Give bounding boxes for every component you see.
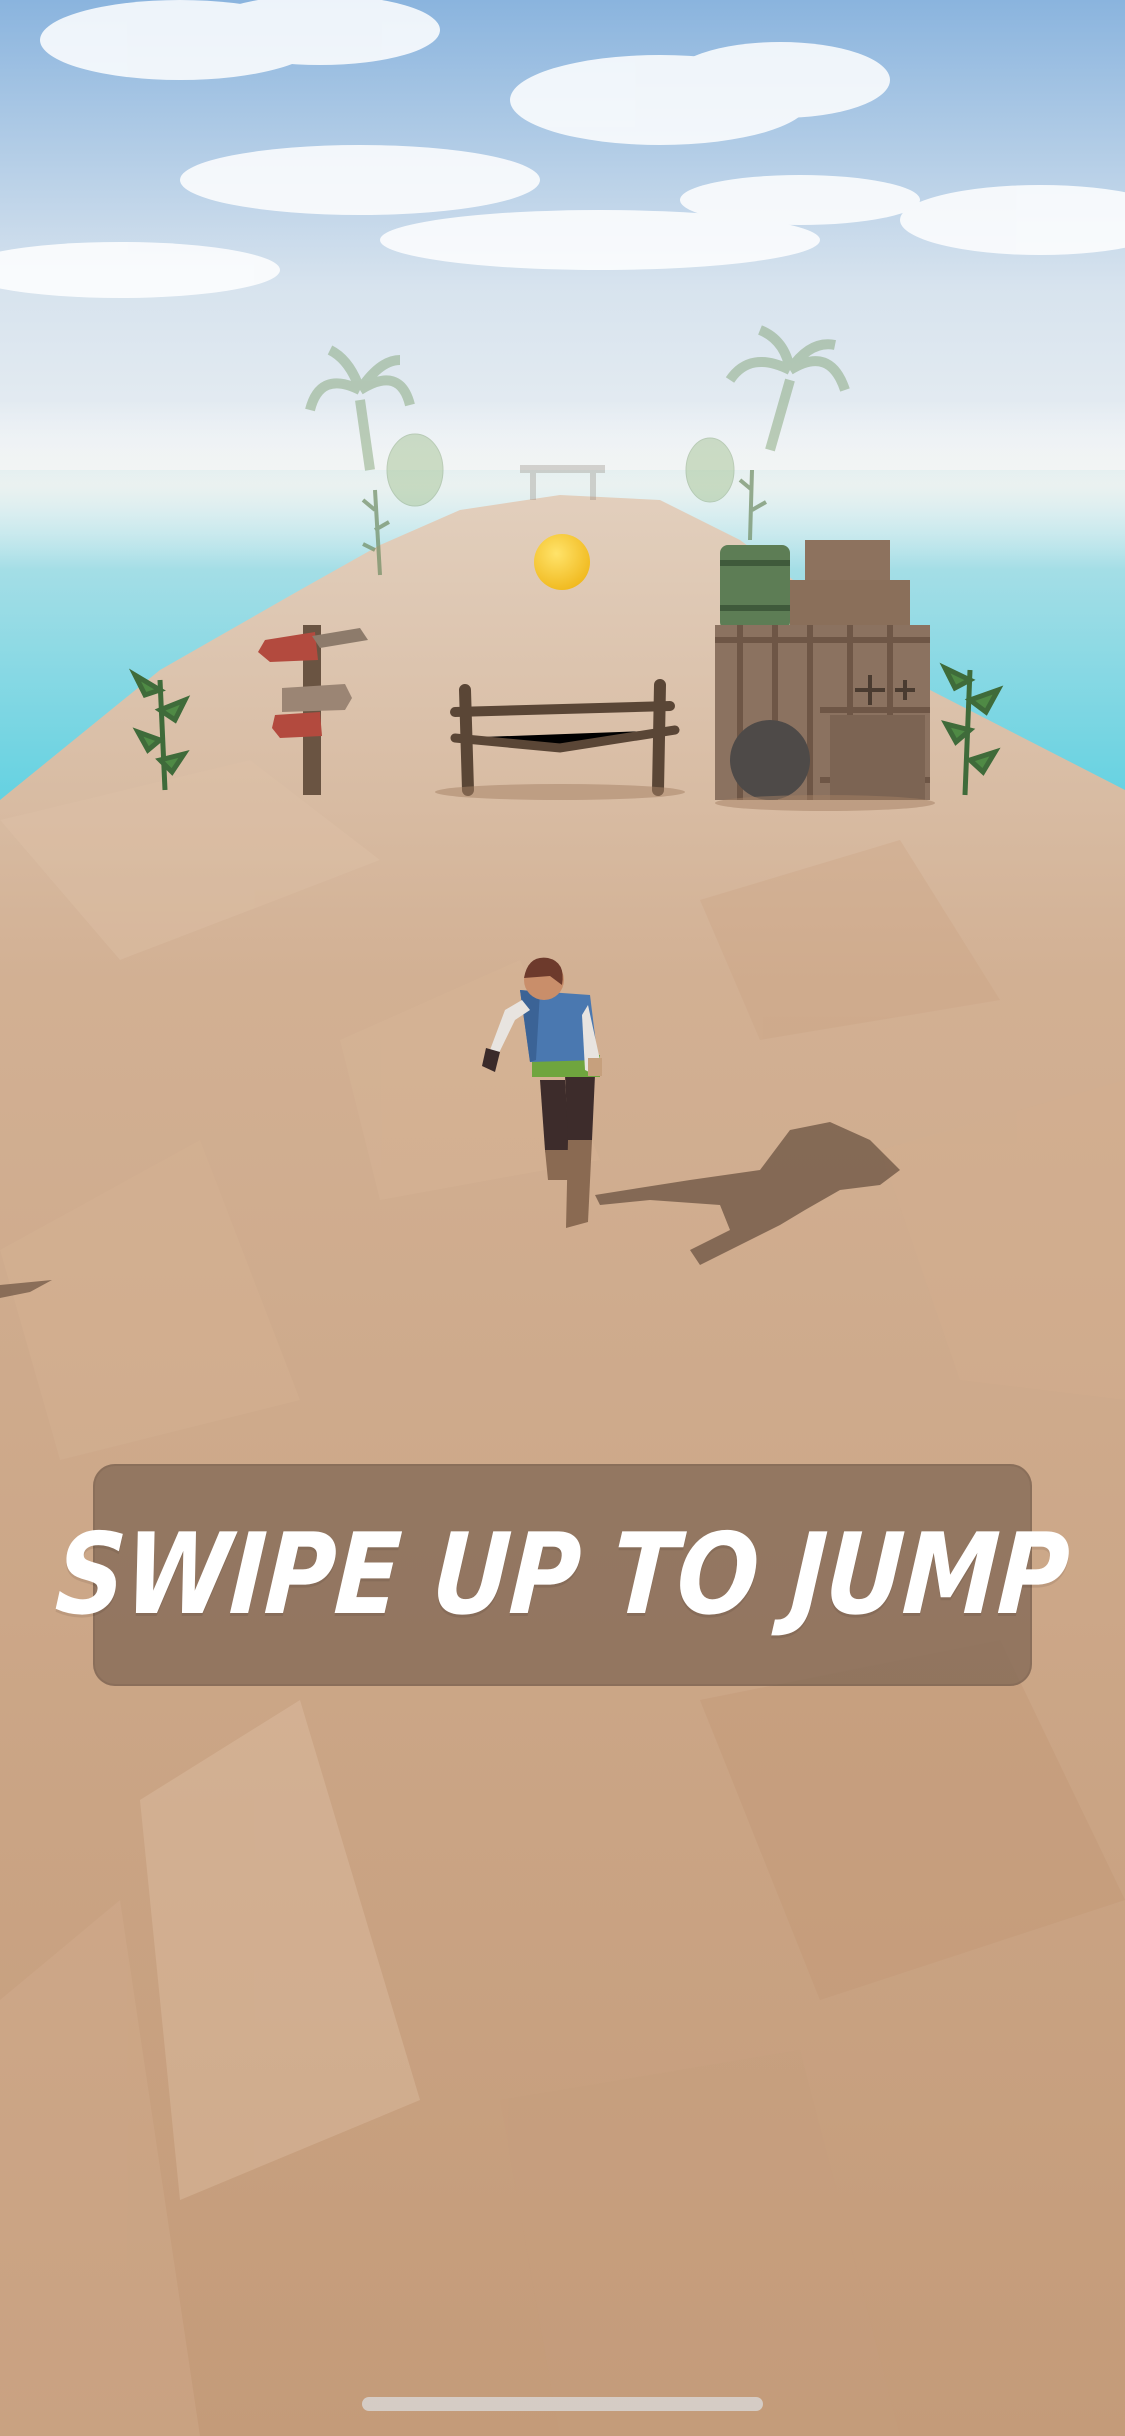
coin-icon xyxy=(534,534,590,590)
game-scene[interactable] xyxy=(0,0,1125,2436)
swipe-instruction: SWIPE UP TO JUMP xyxy=(52,1510,1073,1640)
home-indicator-bar[interactable] xyxy=(362,2397,763,2411)
tutorial-banner: SWIPE UP TO JUMP xyxy=(53,1464,1072,1686)
game-world xyxy=(0,0,1125,2436)
